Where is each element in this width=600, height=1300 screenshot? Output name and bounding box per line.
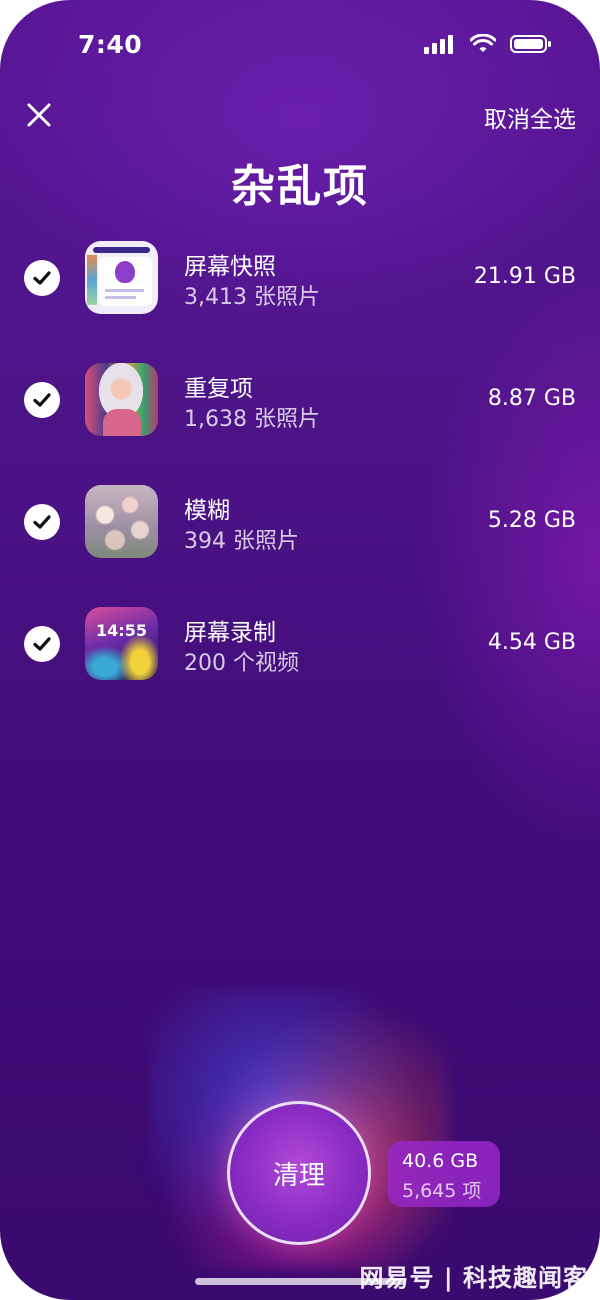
blurry-thumbnail (85, 485, 158, 558)
item-title: 模糊 (184, 498, 230, 524)
item-size: 21.91 GB (473, 264, 576, 289)
battery-icon (510, 35, 551, 53)
screenshot-thumbnail (85, 241, 158, 314)
close-button[interactable] (22, 98, 56, 132)
checkmark-icon (33, 637, 51, 651)
watermark: 网易号 | 科技趣闻客 (359, 1264, 588, 1292)
list-item-screenshots[interactable]: 屏幕快照 3,413 张照片 21.91 GB (0, 236, 600, 358)
deselect-all-button[interactable]: 取消全选 (484, 100, 576, 134)
status-time: 7:40 (78, 30, 143, 59)
close-icon (27, 103, 51, 127)
item-subtitle: 200 个视频 (184, 651, 299, 676)
checkbox-checked[interactable] (24, 260, 60, 296)
checkbox-checked[interactable] (24, 382, 60, 418)
phone-screen: 7:40 取消全选 杂乱项 屏幕快照 3,413 张照片 21.91 GB 重复… (0, 0, 600, 1300)
clutter-list: 屏幕快照 3,413 张照片 21.91 GB 重复项 1,638 张照片 8.… (0, 236, 600, 724)
thumbnail-clock: 14:55 (96, 621, 147, 640)
screen-recording-thumbnail: 14:55 (85, 607, 158, 680)
total-count: 5,645 项 (402, 1180, 482, 1202)
status-icons (424, 34, 552, 54)
checkmark-icon (33, 271, 51, 285)
selection-summary: 40.6 GB 5,645 项 (388, 1141, 500, 1207)
portrait-thumbnail (85, 363, 158, 436)
wifi-icon (470, 34, 496, 52)
checkbox-checked[interactable] (24, 504, 60, 540)
item-size: 8.87 GB (487, 386, 576, 411)
checkbox-checked[interactable] (24, 626, 60, 662)
checkmark-icon (33, 515, 51, 529)
item-title: 屏幕录制 (184, 620, 276, 646)
item-subtitle: 3,413 张照片 (184, 285, 320, 310)
item-title: 屏幕快照 (184, 254, 276, 280)
clean-button[interactable]: 清理 (227, 1101, 371, 1245)
page-title: 杂乱项 (231, 161, 369, 212)
total-size: 40.6 GB (402, 1150, 479, 1172)
item-size: 5.28 GB (487, 508, 576, 533)
checkmark-icon (33, 393, 51, 407)
item-subtitle: 394 张照片 (184, 529, 299, 554)
list-item-screen-recordings[interactable]: 14:55 屏幕录制 200 个视频 4.54 GB (0, 602, 600, 724)
signal-icon (424, 35, 453, 54)
list-item-blurry[interactable]: 模糊 394 张照片 5.28 GB (0, 480, 600, 602)
list-item-duplicates[interactable]: 重复项 1,638 张照片 8.87 GB (0, 358, 600, 480)
item-size: 4.54 GB (487, 630, 576, 655)
item-subtitle: 1,638 张照片 (184, 407, 320, 432)
item-title: 重复项 (184, 376, 253, 402)
